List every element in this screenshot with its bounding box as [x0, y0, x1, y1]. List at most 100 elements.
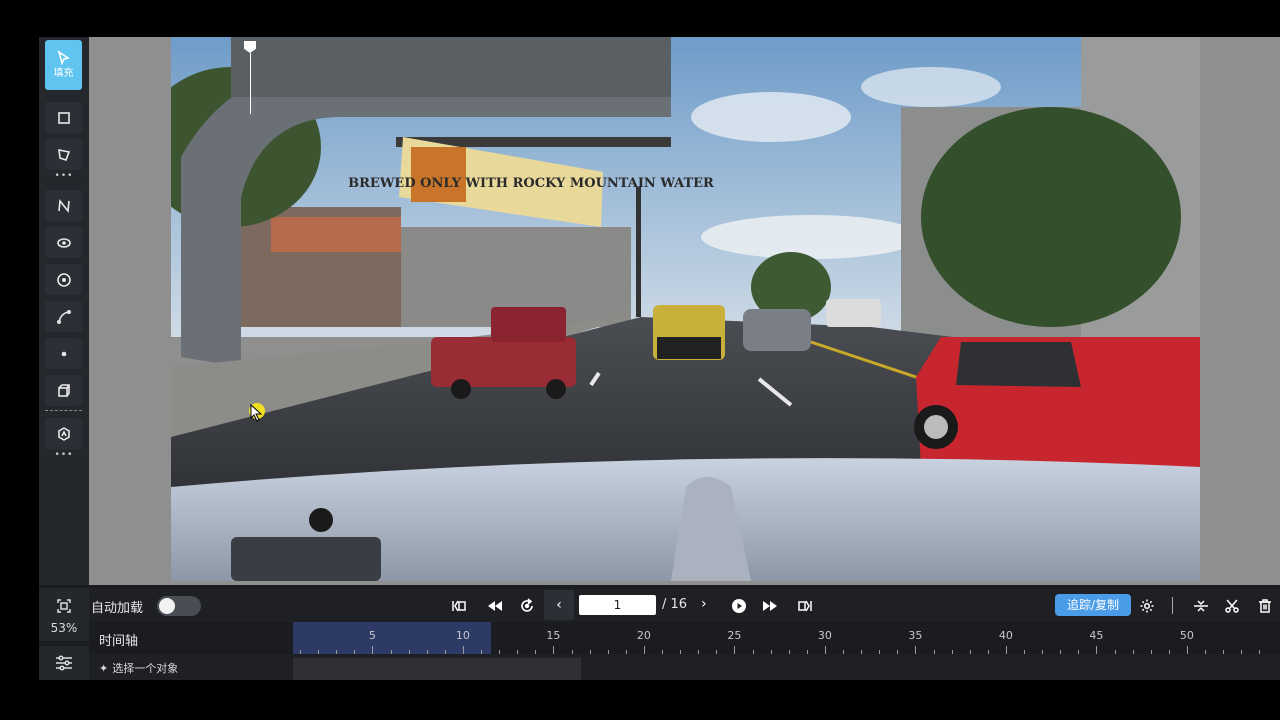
left-building-roof [271, 217, 401, 252]
utility-pole [636, 187, 641, 317]
object-row-label[interactable]: ✦ 选择一个对象 [99, 660, 178, 676]
more-polygon-options[interactable]: ••• [39, 171, 89, 181]
replay-icon [521, 598, 533, 612]
ellipse-icon [56, 237, 71, 248]
trash-icon [1259, 599, 1271, 613]
ruler-tick [734, 646, 736, 654]
toolbar-divider [1172, 597, 1173, 614]
curve-icon [56, 309, 71, 324]
ai-assist-icon [57, 426, 70, 441]
first-frame-button[interactable] [449, 596, 469, 616]
delete-button[interactable] [1255, 596, 1275, 616]
hood-sensor-mount [231, 537, 381, 581]
cut-button[interactable] [1222, 596, 1242, 616]
zoom-percent: 53% [50, 621, 78, 635]
track-copy-button[interactable]: 追踪/复制 [1055, 594, 1131, 616]
curve-tool[interactable] [45, 301, 82, 332]
billboard-text: BREWED ONLY WITH ROCKY MOUNTAIN WATER [348, 176, 714, 191]
ruler-label: 35 [908, 629, 923, 642]
object-track-row: ✦ 选择一个对象 [89, 654, 1280, 680]
ruler-label: 45 [1089, 629, 1104, 642]
rectangle-icon [57, 111, 70, 124]
timeline-ruler[interactable]: 5 10 15 20 25 30 35 40 45 50 [293, 622, 1280, 654]
ellipse-tool[interactable] [45, 227, 82, 258]
ruler-tick [553, 646, 555, 654]
frame-number-input[interactable] [579, 595, 656, 615]
replay-button[interactable] [517, 596, 537, 616]
scissors-icon [1225, 599, 1239, 613]
last-frame-button[interactable] [795, 596, 815, 616]
total-frames: / 16 [662, 597, 688, 612]
tree [921, 107, 1181, 327]
white-suv [826, 299, 881, 327]
fill-select-tool[interactable]: 填充 [45, 40, 82, 90]
object-track-bar[interactable] [293, 658, 581, 680]
silver-sedan [743, 309, 811, 351]
polyline-tool[interactable] [45, 190, 82, 221]
objects-icon: ✦ [99, 662, 109, 675]
camera-frame-image[interactable]: BREWED ONLY WITH ROCKY MOUNTAIN WATER [171, 37, 1200, 581]
rewind-button[interactable] [485, 596, 505, 616]
rectangle-tool[interactable] [45, 102, 82, 133]
playhead-line [250, 53, 251, 114]
canvas-area[interactable]: BREWED ONLY WITH ROCKY MOUNTAIN WATER [89, 37, 1280, 585]
autoload-label: 自动加载 [91, 601, 144, 616]
sliders-icon [56, 655, 72, 671]
street-scene: BREWED ONLY WITH ROCKY MOUNTAIN WATER [171, 37, 1200, 581]
ruler-tick [643, 646, 645, 654]
fast-forward-button[interactable] [760, 596, 780, 616]
chevron-left-icon: ‹ [556, 597, 562, 613]
ruler-tick [462, 646, 464, 654]
next-frame-button[interactable]: › [701, 596, 707, 612]
cuboid-tool[interactable] [45, 375, 82, 406]
polygon-tool[interactable] [45, 139, 82, 170]
skip-to-start-icon [452, 600, 466, 612]
annotation-app: 填充 ••• ••• BREWED ONLY WITH ROCKY MOUNTA… [39, 37, 1280, 680]
zoom-fit-button[interactable]: 53% [39, 588, 89, 641]
ruler-tick [372, 646, 374, 654]
skip-to-end-icon [798, 600, 812, 612]
rewind-icon [488, 601, 502, 611]
yellow-taxi [653, 305, 725, 360]
ruler-tick [824, 646, 826, 654]
ruler-tick [1005, 646, 1007, 654]
autoload-toggle[interactable] [157, 596, 201, 616]
timeline-header: 时间轴 5 10 15 20 25 30 35 40 45 50 [89, 622, 1280, 654]
select-object-text: 选择一个对象 [112, 662, 179, 675]
ruler-tick [915, 646, 917, 654]
timeline-label: 时间轴 [99, 634, 139, 649]
playback-bar: 自动加载 ‹ / 16 › 追踪/复制 [89, 588, 1280, 622]
split-track-button[interactable] [1191, 596, 1211, 616]
ruler-label: 50 [1179, 629, 1194, 642]
ruler-label: 15 [546, 629, 561, 642]
cloud [861, 67, 1001, 107]
ruler-label: 10 [455, 629, 470, 642]
ruler-tick [1096, 646, 1098, 654]
split-icon [1194, 600, 1208, 612]
settings-button[interactable] [1137, 596, 1157, 616]
ai-assist-tool[interactable] [45, 418, 82, 449]
circle-point-icon [56, 272, 71, 287]
cuboid-icon [57, 383, 70, 397]
fill-tool-label: 填充 [53, 68, 74, 79]
point-tool[interactable] [45, 338, 82, 369]
ruler-label: 30 [817, 629, 832, 642]
display-settings-button[interactable] [39, 646, 89, 680]
previous-frame-button[interactable]: ‹ [544, 590, 574, 620]
gear-icon [1140, 599, 1154, 613]
play-circle-icon [732, 599, 746, 613]
point-icon [61, 351, 66, 356]
fast-forward-icon [763, 601, 777, 611]
fit-screen-icon [57, 599, 71, 613]
pointer-icon [57, 50, 70, 66]
overpass-deck [231, 37, 671, 97]
more-ai-options[interactable]: ••• [39, 450, 89, 460]
ruler-tick [1186, 646, 1188, 654]
play-button[interactable] [729, 596, 749, 616]
cloud [701, 215, 921, 259]
hood-sensor [309, 508, 333, 532]
polyline-node-icon [57, 198, 70, 213]
ruler-label: 40 [998, 629, 1013, 642]
tool-divider [45, 410, 82, 411]
circle-tool[interactable] [45, 264, 82, 295]
